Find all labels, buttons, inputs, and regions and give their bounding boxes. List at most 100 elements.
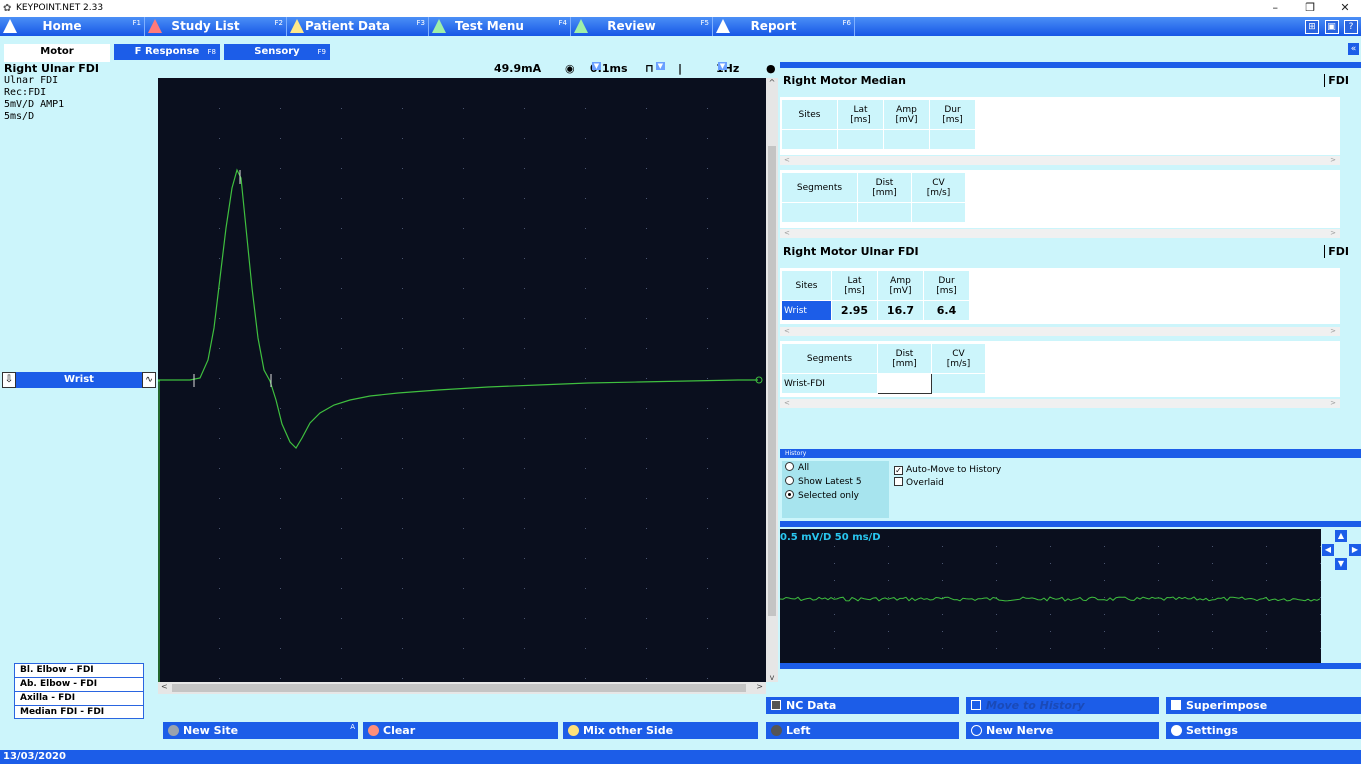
median-sites-scroll[interactable]: < > bbox=[780, 156, 1340, 165]
radio-icon[interactable] bbox=[785, 476, 794, 485]
duration-value[interactable]: 6.4 bbox=[923, 300, 970, 321]
circle-icon bbox=[971, 725, 982, 736]
median-sites-table: Sites Lat [ms] Amp [mV] Dur [ms] bbox=[781, 99, 976, 150]
arrow-up-icon[interactable]: ▲ bbox=[1335, 530, 1347, 542]
history-trace-bar bbox=[780, 521, 1361, 527]
help-icon[interactable]: ? bbox=[1344, 20, 1358, 34]
recording-site: Rec:FDI bbox=[4, 87, 47, 98]
segment-cell[interactable]: Wrist-FDI bbox=[781, 373, 878, 394]
tab-f-response[interactable]: F Response F8 bbox=[114, 44, 220, 60]
table-cell[interactable] bbox=[781, 202, 858, 223]
collapse-icon[interactable]: « bbox=[1348, 43, 1359, 55]
table-cell[interactable] bbox=[857, 202, 912, 223]
col-segments: Segments bbox=[781, 343, 878, 374]
history-option-latest[interactable]: Show Latest 5 bbox=[782, 475, 889, 489]
median-segments-table: Segments Dist [mm] CV [m/s] bbox=[781, 172, 966, 223]
main-waveform-display[interactable] bbox=[158, 78, 766, 682]
history-option-all[interactable]: All bbox=[782, 461, 889, 475]
pulse-icon[interactable]: ⊓ ▼ bbox=[645, 62, 665, 75]
restore-button[interactable]: ❐ bbox=[1294, 0, 1326, 16]
table-row[interactable]: Wrist-FDI bbox=[781, 373, 986, 394]
layout-icon[interactable]: ⊞ bbox=[1305, 20, 1319, 34]
waveform-icon[interactable]: ∿ bbox=[142, 372, 156, 388]
menu-patient-data[interactable]: Patient Data F3 bbox=[287, 17, 429, 36]
window-title: KEYPOINT.NET 2.33 bbox=[16, 3, 104, 13]
col-sites: Sites bbox=[781, 270, 832, 301]
chevron-down-icon[interactable]: ▼ bbox=[655, 62, 665, 70]
site-cell[interactable]: Wrist bbox=[781, 300, 832, 321]
ulnar-muscle: FDI bbox=[1324, 245, 1349, 258]
scroll-thumb[interactable] bbox=[768, 146, 776, 616]
radio-icon[interactable] bbox=[785, 490, 794, 499]
menu-review[interactable]: Review F5 bbox=[571, 17, 713, 36]
distance-input[interactable] bbox=[877, 373, 932, 394]
record-dot-icon[interactable]: ● bbox=[766, 62, 776, 75]
check-icon[interactable]: ✓ bbox=[894, 466, 903, 475]
median-segments-scroll[interactable]: < > bbox=[780, 229, 1340, 238]
ulnar-panel-title: Right Motor Ulnar FDI bbox=[783, 245, 919, 258]
tab-motor[interactable]: Motor bbox=[4, 44, 110, 62]
left-button[interactable]: Left bbox=[766, 722, 959, 739]
chevron-down-icon[interactable]: ▼ bbox=[592, 62, 601, 70]
history-option-selected[interactable]: Selected only bbox=[782, 489, 889, 503]
cv-value[interactable] bbox=[931, 373, 986, 394]
mix-other-side-button[interactable]: Mix other Side bbox=[563, 722, 758, 739]
circle-icon bbox=[568, 725, 579, 736]
menu-home[interactable]: Home F1 bbox=[0, 17, 145, 36]
scroll-down-icon[interactable]: v bbox=[766, 673, 778, 682]
new-nerve-button[interactable]: New Nerve bbox=[966, 722, 1159, 739]
auto-move-checkbox[interactable]: ✓ Auto-Move to History bbox=[894, 464, 1001, 477]
ulnar-sites-scroll[interactable]: < > bbox=[780, 327, 1340, 336]
superimpose-button[interactable]: Superimpose bbox=[1166, 697, 1361, 714]
menu-report[interactable]: Report F6 bbox=[713, 17, 855, 36]
list-item[interactable]: Ab. Elbow - FDI bbox=[14, 677, 144, 691]
checkbox-icon[interactable] bbox=[894, 477, 903, 486]
arrow-down-icon[interactable]: ▼ bbox=[1335, 558, 1347, 570]
table-cell[interactable] bbox=[781, 129, 838, 150]
scroll-thumb[interactable] bbox=[172, 684, 746, 692]
amplitude-value[interactable]: 16.7 bbox=[877, 300, 924, 321]
history-waveform-display[interactable]: 0.5 mV/D 50 ms/D bbox=[780, 529, 1321, 663]
circle-icon bbox=[1171, 725, 1182, 736]
window-icon[interactable]: ▣ bbox=[1324, 20, 1339, 34]
table-cell[interactable] bbox=[911, 202, 966, 223]
move-to-history-button[interactable]: Move to History bbox=[966, 697, 1159, 714]
scroll-right-icon[interactable]: > bbox=[756, 682, 763, 691]
chevron-down-icon[interactable]: ▼ bbox=[718, 62, 727, 70]
table-row[interactable]: Wrist 2.95 16.7 6.4 bbox=[781, 300, 970, 321]
close-button[interactable]: ✕ bbox=[1329, 0, 1361, 16]
current-site-label[interactable]: Wrist bbox=[16, 372, 142, 388]
col-dur: Dur [ms] bbox=[923, 270, 970, 301]
settings-button[interactable]: Settings bbox=[1166, 722, 1361, 739]
col-amp: Amp [mV] bbox=[883, 99, 930, 130]
arrow-right-icon[interactable]: ▶ bbox=[1349, 544, 1361, 556]
table-cell[interactable] bbox=[929, 129, 976, 150]
waveform-hscroll[interactable]: < > bbox=[158, 682, 766, 694]
stim-intensity[interactable]: 49.9mA bbox=[494, 62, 541, 75]
window-controls: – ❐ ✕ bbox=[1259, 0, 1361, 17]
menu-test-menu[interactable]: Test Menu F4 bbox=[429, 17, 571, 36]
radio-icon[interactable] bbox=[785, 462, 794, 471]
arrow-down-icon[interactable]: ⇩ bbox=[2, 372, 16, 388]
waveform-vscroll[interactable]: ^ v bbox=[766, 78, 778, 682]
status-bar: 13/03/2020 bbox=[0, 750, 1361, 764]
overlaid-checkbox[interactable]: Overlaid bbox=[894, 477, 1001, 490]
scroll-up-icon[interactable]: ^ bbox=[766, 78, 778, 87]
table-cell[interactable] bbox=[883, 129, 930, 150]
stim-knob-icon[interactable]: ◉ bbox=[565, 62, 575, 75]
tab-sensory[interactable]: Sensory F9 bbox=[224, 44, 330, 60]
table-cell[interactable] bbox=[837, 129, 884, 150]
latency-value[interactable]: 2.95 bbox=[831, 300, 878, 321]
list-item[interactable]: Axilla - FDI bbox=[14, 691, 144, 705]
arrow-left-icon[interactable]: ◀ bbox=[1322, 544, 1334, 556]
ulnar-segments-scroll[interactable]: < > bbox=[780, 399, 1340, 408]
list-item[interactable]: Bl. Elbow - FDI bbox=[14, 663, 144, 677]
nc-data-button[interactable]: NC Data bbox=[766, 697, 959, 714]
new-site-button[interactable]: New Site A bbox=[163, 722, 358, 739]
panel-bottom-bar bbox=[780, 663, 1361, 669]
clear-button[interactable]: Clear bbox=[363, 722, 558, 739]
menu-study-list[interactable]: Study List F2 bbox=[145, 17, 287, 36]
list-item[interactable]: Median FDI - FDI bbox=[14, 705, 144, 719]
scroll-left-icon[interactable]: < bbox=[161, 682, 168, 691]
minimize-button[interactable]: – bbox=[1259, 0, 1291, 16]
